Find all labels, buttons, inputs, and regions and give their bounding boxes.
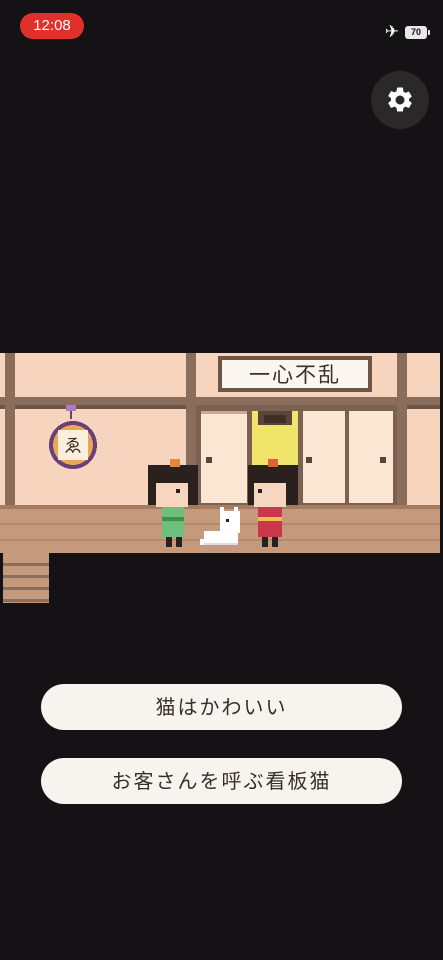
door-3 xyxy=(349,411,393,503)
gear-icon xyxy=(388,87,412,112)
airplane-icon: ✈ xyxy=(384,22,399,42)
choice-button-2[interactable]: お客さんを呼ぶ看板猫 xyxy=(41,758,402,804)
wall-beam xyxy=(0,397,440,405)
scene-stairs xyxy=(3,553,49,603)
scroll-knot xyxy=(66,405,76,411)
post-left xyxy=(5,353,15,513)
choice-button-1[interactable]: 猫はかわいい xyxy=(41,684,402,730)
settings-button[interactable] xyxy=(371,71,429,129)
status-time: 12:08 xyxy=(20,13,84,39)
game-screen: 12:08 ✈ 70 ゑ 一心不乱 猫はかわいい お客さんを呼ぶ看板猫 xyxy=(0,0,443,960)
battery-indicator: 70 xyxy=(405,25,430,39)
game-scene[interactable]: ゑ 一心不乱 xyxy=(0,353,440,553)
status-icons: ✈ 70 xyxy=(384,22,430,42)
post-right xyxy=(397,353,407,513)
banner-text: 一心不乱 xyxy=(249,363,341,387)
scroll-glyph: ゑ xyxy=(64,436,82,457)
scene-art: ゑ 一心不乱 xyxy=(0,353,440,553)
